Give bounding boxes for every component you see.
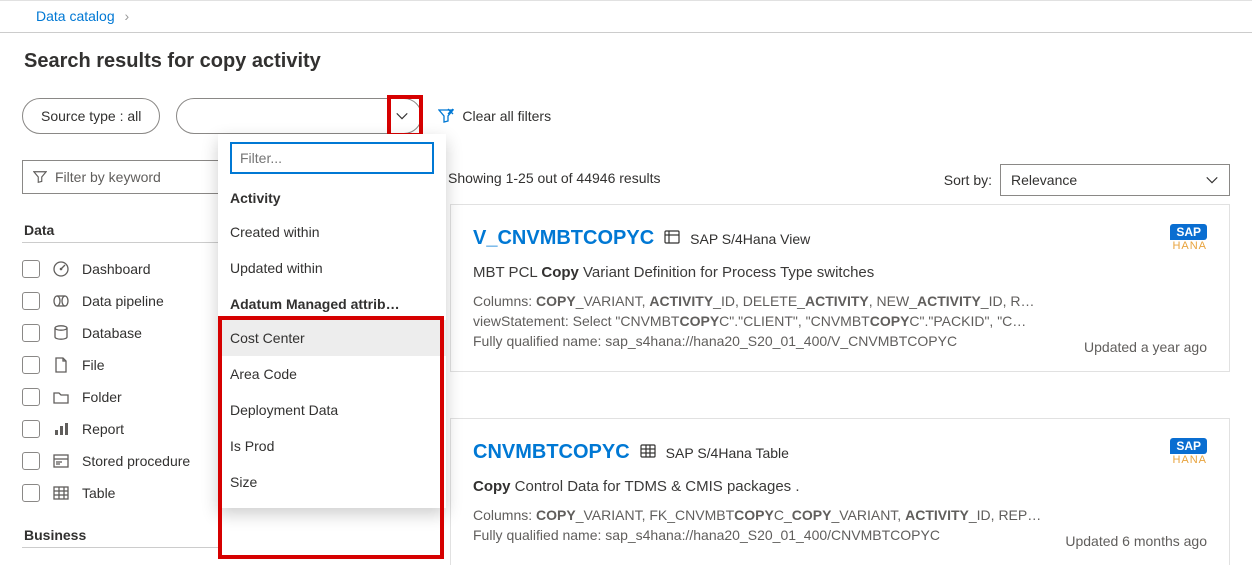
dropdown-item-created-within[interactable]: Created within [218, 214, 446, 250]
sort-by-value: Relevance [1011, 172, 1077, 188]
dropdown-item-is-prod[interactable]: Is Prod [218, 428, 446, 464]
sort-by-select[interactable]: Relevance [1000, 164, 1230, 196]
dropdown-section-adatum: Adatum Managed attrib… [218, 286, 446, 320]
pipeline-icon [52, 292, 70, 310]
facet-label: Stored procedure [82, 453, 190, 469]
results-count: Showing 1-25 out of 44946 results [448, 170, 660, 186]
dropdown-section-activity: Activity [218, 180, 446, 214]
checkbox[interactable] [22, 356, 40, 374]
dropdown-item-area-code[interactable]: Area Code [218, 356, 446, 392]
clear-all-filters[interactable]: Clear all filters [438, 108, 551, 124]
facet-stored-procedure[interactable]: Stored procedure [22, 445, 222, 477]
checkbox[interactable] [22, 484, 40, 502]
facet-database[interactable]: Database [22, 317, 222, 349]
clear-filter-icon [438, 108, 454, 124]
sap-hana-logo: SAPHANA [1170, 437, 1207, 466]
facet-table[interactable]: Table [22, 477, 222, 509]
facet-label: Dashboard [82, 261, 151, 277]
table-icon [52, 484, 70, 502]
breadcrumb-root[interactable]: Data catalog [36, 8, 115, 24]
chevron-right-icon: › [125, 8, 130, 24]
facet-file[interactable]: File [22, 349, 222, 381]
sidebar-section-data: Data [24, 222, 222, 238]
chevron-down-icon [1205, 173, 1219, 187]
result-subtitle: MBT PCL Copy Variant Definition for Proc… [473, 264, 1207, 281]
page-title: Search results for copy activity [24, 50, 321, 73]
asset-type: SAP S/4Hana Table [666, 445, 789, 461]
checkbox[interactable] [22, 260, 40, 278]
source-type-label: Source type : all [41, 108, 141, 124]
checkbox[interactable] [22, 420, 40, 438]
checkbox[interactable] [22, 388, 40, 406]
checkbox[interactable] [22, 324, 40, 342]
dropdown-filter-wrap [230, 142, 434, 174]
folder-icon [52, 388, 70, 406]
result-updated: Updated a year ago [1084, 339, 1207, 355]
facet-label: File [82, 357, 105, 373]
filter-keyword-label: Filter by keyword [55, 169, 161, 185]
result-subtitle: Copy Control Data for TDMS & CMIS packag… [473, 478, 1207, 495]
source-type-filter-pill[interactable]: Source type : all [22, 98, 160, 134]
filter-by-keyword[interactable]: Filter by keyword [22, 160, 222, 194]
report-icon [52, 420, 70, 438]
checkbox[interactable] [22, 452, 40, 470]
facet-report[interactable]: Report [22, 413, 222, 445]
sidebar: Filter by keyword Data Dashboard Data pip… [22, 160, 222, 558]
chevron-down-icon [395, 109, 409, 123]
breadcrumb: Data catalog › [36, 8, 129, 24]
facet-label: Table [82, 485, 115, 501]
filter-icon [33, 170, 47, 184]
facet-label: Report [82, 421, 124, 437]
result-title[interactable]: V_CNVMBTCOPYC [473, 227, 654, 250]
gauge-icon [52, 260, 70, 278]
view-icon [664, 229, 680, 248]
sidebar-section-business: Business [24, 527, 222, 543]
result-columns: Columns: COPY_VARIANT, ACTIVITY_ID, DELE… [473, 293, 1207, 309]
facet-dashboard[interactable]: Dashboard [22, 253, 222, 285]
facet-label: Database [82, 325, 142, 341]
dropdown-item-deployment-data[interactable]: Deployment Data [218, 392, 446, 428]
facet-label: Folder [82, 389, 122, 405]
database-icon [52, 324, 70, 342]
dropdown-item-cost-center[interactable]: Cost Center [218, 320, 446, 356]
dropdown-filter-input[interactable] [240, 150, 424, 166]
clear-filters-label: Clear all filters [462, 108, 551, 124]
dropdown-item-size[interactable]: Size [218, 464, 446, 500]
attribute-filter-pill[interactable] [176, 98, 422, 134]
procedure-icon [52, 452, 70, 470]
file-icon [52, 356, 70, 374]
table-icon [640, 443, 656, 462]
sap-hana-logo: SAPHANA [1170, 223, 1207, 252]
sort-by-label: Sort by: [944, 172, 992, 188]
facet-data-pipeline[interactable]: Data pipeline [22, 285, 222, 317]
result-columns: Columns: COPY_VARIANT, FK_CNVMBTCOPYC_CO… [473, 507, 1207, 523]
facet-folder[interactable]: Folder [22, 381, 222, 413]
result-viewstatement: viewStatement: Select "CNVMBTCOPYC"."CLI… [473, 313, 1207, 329]
attribute-filter-dropdown: Activity Created within Updated within A… [218, 134, 446, 508]
asset-type: SAP S/4Hana View [690, 231, 810, 247]
checkbox[interactable] [22, 292, 40, 310]
result-card: CNVMBTCOPYC SAP S/4Hana Table SAPHANA Co… [450, 418, 1230, 565]
result-updated: Updated 6 months ago [1065, 533, 1207, 549]
dropdown-item-updated-within[interactable]: Updated within [218, 250, 446, 286]
result-title[interactable]: CNVMBTCOPYC [473, 441, 630, 464]
result-card: V_CNVMBTCOPYC SAP S/4Hana View SAPHANA M… [450, 204, 1230, 372]
facet-label: Data pipeline [82, 293, 164, 309]
